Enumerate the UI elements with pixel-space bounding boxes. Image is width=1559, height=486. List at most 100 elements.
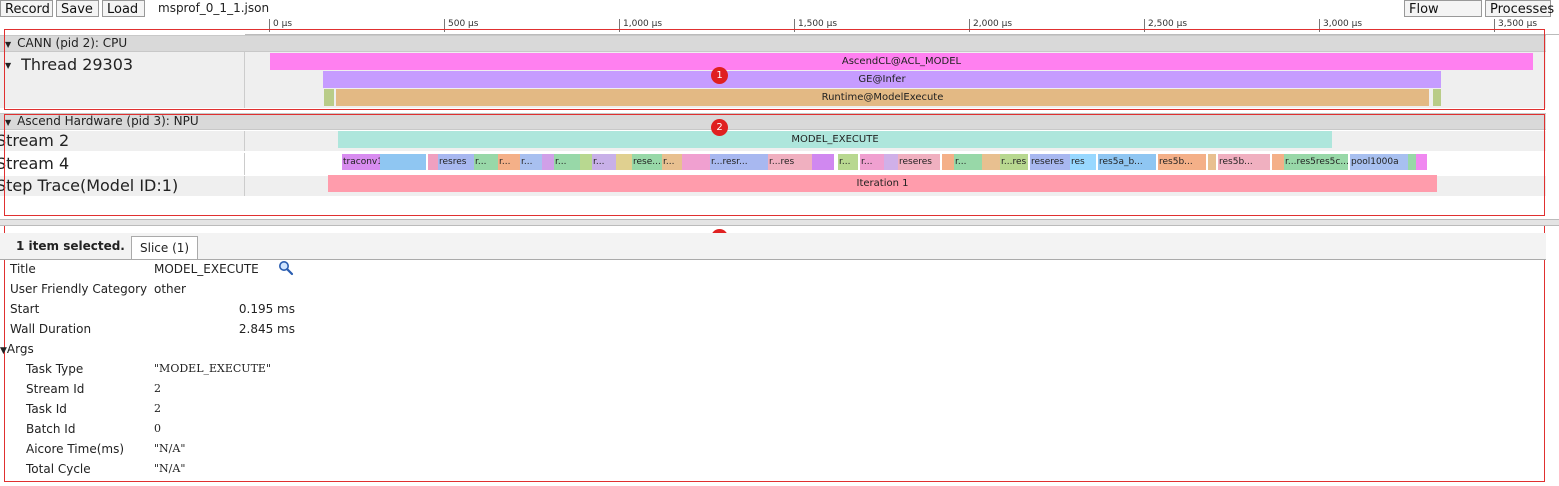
toolbar: Record Save Load msprof_0_1_1.json Flow … xyxy=(0,0,1559,34)
stream4-slice[interactable]: pool1000a xyxy=(1350,154,1408,170)
stream4-slice[interactable]: rese... xyxy=(632,154,662,170)
stream4-slice[interactable] xyxy=(682,154,710,170)
slice-small[interactable] xyxy=(324,89,334,106)
stream4-slice[interactable]: res xyxy=(1070,154,1096,170)
field-name: Title xyxy=(10,262,36,276)
field-name: Wall Duration xyxy=(10,322,92,336)
stream4-slice[interactable]: res5a_b... xyxy=(1098,154,1156,170)
stream4-slice[interactable]: r...res xyxy=(768,154,812,170)
stream4-slice[interactable]: res5b... xyxy=(1218,154,1270,170)
stream4-slice[interactable] xyxy=(616,154,632,170)
ruler-tick: 1,000 μs xyxy=(619,19,662,32)
collapse-triangle-icon[interactable]: ▼ xyxy=(0,346,7,356)
stream4-slice[interactable] xyxy=(884,154,898,170)
arg-value: 2 xyxy=(154,402,161,415)
stream4-slices: traconv1pool1 resres r... r... r... r...… xyxy=(342,154,1427,172)
stream4-slice[interactable] xyxy=(542,154,554,170)
time-ruler[interactable]: 0 μs 500 μs 1,000 μs 1,500 μs 2,000 μs 2… xyxy=(245,19,1559,35)
collapse-triangle-icon[interactable]: ▼ xyxy=(5,61,11,70)
stream4-slice[interactable] xyxy=(942,154,954,170)
stream-label: Stream 4 xyxy=(0,154,70,173)
stream4-slice[interactable]: r...res5res5c... xyxy=(1284,154,1348,170)
record-button[interactable]: Record xyxy=(0,0,53,17)
ruler-tick: 0 μs xyxy=(269,19,292,32)
selection-count: 1 item selected. xyxy=(16,239,125,253)
track-label-stream2[interactable]: Stream 2 xyxy=(0,131,245,151)
stream4-slice[interactable] xyxy=(580,154,592,170)
stream4-slice[interactable]: r... xyxy=(860,154,884,170)
arg-name: Aicore Time(ms) xyxy=(26,442,125,456)
stream4-slice[interactable]: r... xyxy=(592,154,616,170)
arg-name: Batch Id xyxy=(26,422,76,436)
stream4-slice[interactable]: r...res xyxy=(1000,154,1028,170)
stream4-slice[interactable]: r... xyxy=(838,154,858,170)
slice-acl-model[interactable]: AscendCL@ACL_MODEL xyxy=(270,53,1533,70)
arg-name: Task Id xyxy=(26,402,67,416)
processes-button[interactable]: Processes xyxy=(1485,0,1554,17)
field-name: User Friendly Category xyxy=(10,282,148,296)
ruler-tick: 2,000 μs xyxy=(969,19,1012,32)
ruler-tick: 2,500 μs xyxy=(1144,19,1187,32)
magnifier-icon[interactable] xyxy=(278,260,294,279)
field-value: 0.195 ms xyxy=(238,302,295,316)
arg-name: Total Cycle xyxy=(26,462,91,476)
thread-label: Thread 29303 xyxy=(21,55,134,74)
stream4-slice[interactable] xyxy=(428,154,438,170)
stream4-slice[interactable] xyxy=(1272,154,1284,170)
slice-iteration[interactable]: Iteration 1 xyxy=(328,175,1437,192)
process-title: CANN (pid 2): CPU xyxy=(17,36,128,50)
load-button[interactable]: Load xyxy=(102,0,145,17)
track-label-stream4[interactable]: Stream 4 xyxy=(0,153,245,175)
stream4-slice[interactable]: r... xyxy=(520,154,542,170)
arg-name: Task Type xyxy=(26,362,84,376)
stream4-slice[interactable]: traconv1pool1 xyxy=(342,154,380,170)
slice-model-execute[interactable]: MODEL_EXECUTE xyxy=(338,131,1332,148)
stream4-track: traconv1pool1 resres r... r... r... r...… xyxy=(245,153,1546,175)
stream4-slice[interactable]: r... xyxy=(554,154,580,170)
stream4-slice[interactable] xyxy=(812,154,834,170)
process-header-ascend[interactable]: ▼ Ascend Hardware (pid 3): NPU xyxy=(0,113,1546,130)
stream4-slice[interactable]: r... xyxy=(498,154,520,170)
trace-filename: msprof_0_1_1.json xyxy=(158,1,270,15)
flow-events-button[interactable]: Flow events xyxy=(1404,0,1482,34)
stream4-slice[interactable]: r... xyxy=(474,154,498,170)
stream4-slice[interactable]: r...resr... xyxy=(710,154,768,170)
field-value: other xyxy=(154,282,186,296)
track-label-thread[interactable]: ▼ Thread 29303 xyxy=(0,52,245,108)
collapse-triangle-icon[interactable]: ▼ xyxy=(5,37,11,52)
tab-slice[interactable]: Slice (1) xyxy=(131,236,199,259)
save-button[interactable]: Save xyxy=(56,0,99,17)
process-header-cann[interactable]: ▼ CANN (pid 2): CPU xyxy=(0,35,1546,52)
field-value: 2.845 ms xyxy=(238,322,295,336)
stream4-slice[interactable] xyxy=(982,154,1000,170)
stream4-slice[interactable]: r... xyxy=(954,154,982,170)
stream4-slice[interactable] xyxy=(1408,154,1416,170)
slice-small[interactable] xyxy=(1433,89,1441,106)
track-label-step-trace[interactable]: Step Trace(Model ID:1) xyxy=(0,176,245,196)
details-tab-bar: 1 item selected. Slice (1) xyxy=(0,233,1546,260)
stream4-slice[interactable]: resres xyxy=(438,154,474,170)
arg-value: "N/A" xyxy=(154,442,186,455)
stream4-slice[interactable]: res5b... xyxy=(1158,154,1206,170)
stream4-slice[interactable] xyxy=(1416,154,1427,170)
stream4-slice[interactable] xyxy=(380,154,426,170)
annotation-badge: 2 xyxy=(711,119,728,136)
stream4-slice[interactable] xyxy=(1208,154,1216,170)
slice-ge-infer[interactable]: GE@Infer xyxy=(323,71,1441,88)
field-name: Start xyxy=(10,302,40,316)
arg-value: "MODEL_EXECUTE" xyxy=(154,362,271,375)
ruler-tick: 3,500 μs xyxy=(1494,19,1537,32)
collapse-triangle-icon[interactable]: ▼ xyxy=(5,115,11,130)
arg-name: Stream Id xyxy=(26,382,85,396)
stream4-slice[interactable]: reseres xyxy=(898,154,940,170)
panel-splitter[interactable] xyxy=(0,219,1559,226)
field-value: MODEL_EXECUTE xyxy=(154,262,259,276)
step-trace-label: Step Trace(Model ID:1) xyxy=(0,176,179,195)
arg-value: "N/A" xyxy=(154,462,186,475)
ruler-tick: 1,500 μs xyxy=(794,19,837,32)
stream-label: Stream 2 xyxy=(0,131,70,150)
args-toggle[interactable]: ▼Args xyxy=(0,342,34,356)
slice-runtime-model-execute[interactable]: Runtime@ModelExecute xyxy=(336,89,1429,106)
stream4-slice[interactable]: r... xyxy=(662,154,682,170)
stream4-slice[interactable]: reseres xyxy=(1030,154,1070,170)
